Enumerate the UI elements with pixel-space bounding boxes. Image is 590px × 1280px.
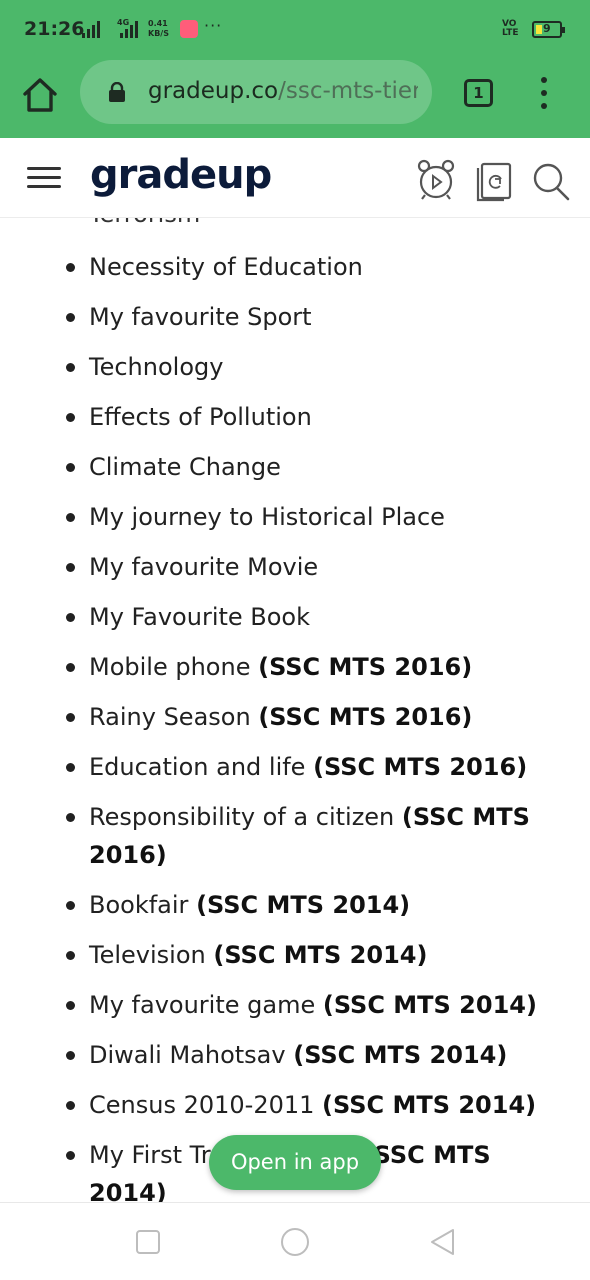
- speed-value: 0.41: [148, 19, 168, 28]
- list-item: My favourite Sport: [0, 298, 590, 336]
- tab-switcher-button[interactable]: 1: [464, 79, 493, 107]
- list-item: Bookfair (SSC MTS 2014): [0, 886, 590, 924]
- status-time: 21:26: [24, 18, 85, 40]
- volte-indicator: VO LTE: [502, 19, 519, 38]
- list-item: Responsibility of a citizen (SSC MTS 201…: [0, 798, 590, 874]
- list-item: Education and life (SSC MTS 2016): [0, 748, 590, 786]
- list-item: Census 2010-2011 (SSC MTS 2014): [0, 1086, 590, 1124]
- home-icon[interactable]: [20, 75, 60, 115]
- list-item: My Favourite Book: [0, 598, 590, 636]
- notification-app-icon: [180, 20, 198, 38]
- signal-icon-2: [120, 20, 138, 38]
- open-in-app-button[interactable]: Open in app: [209, 1135, 381, 1190]
- ebook-icon[interactable]: [474, 158, 514, 202]
- browser-toolbar: gradeup.co/ssc-mts-tier-2 1: [0, 60, 590, 138]
- signal-icon: [82, 20, 100, 38]
- list-item: My favourite game (SSC MTS 2014): [0, 986, 590, 1024]
- recents-square-icon[interactable]: [133, 1227, 163, 1257]
- list-item: Diwali Mahotsav (SSC MTS 2014): [0, 1036, 590, 1074]
- more-notifications-icon: ···: [204, 16, 223, 35]
- list-item: Climate Change: [0, 448, 590, 486]
- url-text: gradeup.co/ssc-mts-tier-2: [148, 78, 418, 104]
- article-content: Terrorism Necessity of Education My favo…: [0, 218, 590, 1202]
- url-path: /ssc-mts-tier-2: [278, 78, 418, 104]
- cutoff-list-item: Terrorism: [89, 218, 200, 228]
- lock-icon: [109, 82, 125, 102]
- site-logo[interactable]: gradeup: [90, 152, 272, 198]
- home-circle-icon[interactable]: [280, 1227, 310, 1257]
- list-item: Rainy Season (SSC MTS 2016): [0, 698, 590, 736]
- battery-icon: 9: [532, 21, 565, 38]
- list-item: Mobile phone (SSC MTS 2016): [0, 648, 590, 686]
- alarm-clock-icon[interactable]: [416, 158, 456, 202]
- back-triangle-icon[interactable]: [428, 1227, 458, 1257]
- list-item: Television (SSC MTS 2014): [0, 936, 590, 974]
- url-host: gradeup.co: [148, 78, 279, 104]
- list-item: My favourite Movie: [0, 548, 590, 586]
- essay-topic-list: Necessity of Education My favourite Spor…: [0, 248, 590, 1202]
- battery-level: 9: [543, 22, 551, 35]
- list-item: My journey to Historical Place: [0, 498, 590, 536]
- speed-unit: KB/S: [148, 29, 169, 38]
- address-bar[interactable]: gradeup.co/ssc-mts-tier-2: [80, 60, 432, 124]
- site-header: gradeup: [0, 138, 590, 218]
- list-item: Technology: [0, 348, 590, 386]
- system-nav-bar: [0, 1202, 590, 1280]
- browser-menu-icon[interactable]: [538, 77, 550, 109]
- list-item: Effects of Pollution: [0, 398, 590, 436]
- hamburger-menu-icon[interactable]: [27, 167, 61, 189]
- search-icon[interactable]: [531, 158, 571, 202]
- status-bar: 21:26 4G 0.41 KB/S ··· VO LTE 9: [0, 0, 590, 60]
- list-item: Necessity of Education: [0, 248, 590, 286]
